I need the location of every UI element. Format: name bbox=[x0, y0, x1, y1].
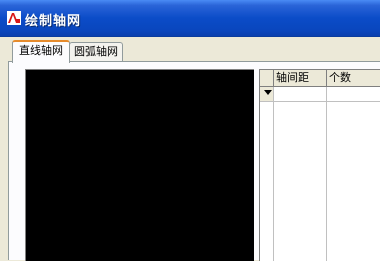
tab-arc-grid[interactable]: 圆弧轴网 bbox=[69, 42, 123, 61]
draw-grid-dialog: 绘制轴网 直线轴网 圆弧轴网 轴间距 个数 bbox=[0, 0, 380, 261]
tab-label: 圆弧轴网 bbox=[74, 45, 118, 58]
cell-spacing[interactable] bbox=[274, 87, 327, 101]
row-selector[interactable] bbox=[260, 87, 274, 101]
column-divider bbox=[326, 87, 327, 261]
title-bar[interactable]: 绘制轴网 bbox=[0, 0, 380, 37]
app-icon bbox=[7, 11, 21, 25]
grid-header: 轴间距 个数 bbox=[260, 70, 380, 87]
header-spacing[interactable]: 轴间距 bbox=[274, 70, 327, 86]
tab-label: 直线轴网 bbox=[19, 44, 63, 57]
header-row-selector bbox=[260, 70, 274, 86]
cell-count[interactable] bbox=[327, 87, 380, 101]
window-title: 绘制轴网 bbox=[25, 14, 82, 29]
axis-spacing-grid[interactable]: 轴间距 个数 bbox=[259, 69, 380, 261]
table-row[interactable] bbox=[260, 87, 380, 102]
tab-straight-grid[interactable]: 直线轴网 bbox=[12, 40, 70, 63]
header-count[interactable]: 个数 bbox=[327, 70, 380, 86]
tab-strip: 直线轴网 圆弧轴网 bbox=[8, 40, 372, 63]
column-divider bbox=[273, 87, 274, 261]
current-row-arrow-icon bbox=[264, 90, 272, 95]
grid-preview-canvas[interactable] bbox=[25, 69, 254, 261]
